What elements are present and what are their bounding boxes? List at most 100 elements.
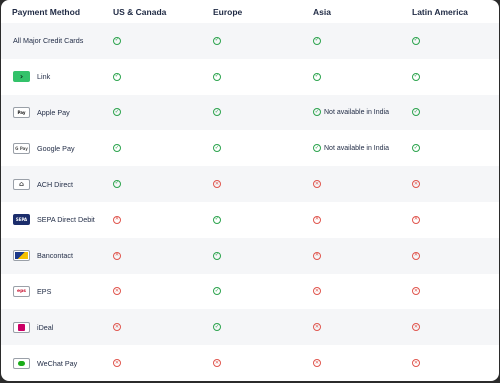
payment-method-cell: SEPA SEPA Direct Debit: [1, 202, 102, 238]
header-europe: Europe: [213, 6, 243, 17]
availability-cell-us-canada: ✓: [102, 59, 202, 95]
payment-method-label: WeChat Pay: [37, 358, 78, 368]
x-circle-icon: ✕: [412, 323, 420, 332]
payment-method-cell: All Major Credit Cards: [1, 23, 102, 59]
x-circle-icon: ✕: [412, 287, 420, 296]
payment-method-label: iDeal: [37, 322, 54, 332]
check-circle-icon: ✓: [213, 36, 221, 45]
eps-logo-icon: eps: [13, 285, 30, 297]
availability-cell-asia: ✓ Not available in India: [302, 130, 401, 166]
table-row: eps EPS ✕ ✓ ✕ ✕: [1, 274, 499, 310]
payment-method-cell: Bancontact: [1, 238, 102, 274]
availability-cell-asia: ✓ Not available in India: [302, 95, 401, 131]
x-circle-icon: ✕: [213, 180, 221, 189]
availability-cell-latin-america: ✕: [401, 166, 499, 202]
table-header-row: Payment Method US & Canada Europe Asia L…: [1, 0, 499, 23]
x-circle-icon: ✕: [412, 180, 420, 189]
availability-cell-europe: ✕: [202, 166, 302, 202]
check-circle-icon: ✓: [113, 72, 121, 81]
table-row: Pay Apple Pay ✓ ✓ ✓ Not available in India ✓: [1, 94, 499, 131]
availability-cell-us-canada: ✕: [102, 238, 202, 274]
availability-cell-asia: ✓: [302, 23, 401, 59]
payment-methods-table: Payment Method US & Canada Europe Asia L…: [1, 0, 499, 381]
check-circle-icon: ✓: [213, 72, 221, 81]
x-circle-icon: ✕: [313, 287, 321, 296]
availability-cell-europe: ✓: [202, 309, 302, 345]
availability-note: Not available in India: [324, 108, 389, 116]
header-asia: Asia: [313, 6, 331, 17]
payment-method-label: Link: [37, 72, 51, 82]
link-logo-icon: ›: [13, 71, 30, 83]
table-row: Bancontact ✕ ✓ ✕ ✕: [1, 237, 499, 274]
payment-method-cell: WeChat Pay: [1, 345, 102, 381]
header-latin-america: Latin America: [412, 6, 468, 17]
check-circle-icon: ✓: [113, 108, 121, 117]
payment-method-cell: Pay Apple Pay: [1, 95, 102, 131]
x-circle-icon: ✕: [113, 323, 121, 332]
payment-method-cell: G Pay Google Pay: [1, 130, 102, 166]
availability-cell-europe: ✓: [202, 23, 302, 59]
availability-cell-europe: ✕: [202, 345, 302, 381]
check-circle-icon: ✓: [113, 144, 121, 153]
check-circle-icon: ✓: [313, 144, 321, 153]
check-circle-icon: ✓: [412, 72, 420, 81]
availability-cell-us-canada: ✕: [102, 274, 202, 310]
x-circle-icon: ✕: [412, 215, 420, 224]
availability-cell-europe: ✓: [202, 274, 302, 310]
payment-method-cell: › Link: [1, 59, 102, 95]
payment-method-cell: iDeal: [1, 309, 102, 345]
availability-cell-us-canada: ✕: [102, 202, 202, 238]
check-circle-icon: ✓: [213, 144, 221, 153]
check-circle-icon: ✓: [412, 108, 420, 117]
table-row: G Pay Google Pay ✓ ✓ ✓ Not available in India…: [1, 130, 499, 166]
availability-cell-latin-america: ✕: [401, 309, 499, 345]
availability-cell-latin-america: ✕: [401, 238, 499, 274]
x-circle-icon: ✕: [213, 359, 221, 368]
x-circle-icon: ✕: [313, 180, 321, 189]
payment-method-cell: eps EPS: [1, 274, 102, 310]
x-circle-icon: ✕: [113, 287, 121, 296]
x-circle-icon: ✕: [113, 251, 121, 260]
availability-cell-europe: ✓: [202, 202, 302, 238]
availability-cell-latin-america: ✕: [401, 202, 499, 238]
check-circle-icon: ✓: [412, 144, 420, 153]
check-circle-icon: ✓: [313, 108, 321, 117]
availability-cell-asia: ✕: [302, 309, 401, 345]
x-circle-icon: ✕: [412, 359, 420, 368]
ach-logo-icon: ⌂: [13, 178, 30, 190]
header-us-canada: US & Canada: [113, 6, 167, 17]
x-circle-icon: ✕: [113, 215, 121, 224]
payment-method-cell: ⌂ ACH Direct: [1, 166, 102, 202]
availability-cell-us-canada: ✓: [102, 130, 202, 166]
check-circle-icon: ✓: [213, 108, 221, 117]
header-payment-method: Payment Method: [12, 6, 81, 17]
x-circle-icon: ✕: [113, 359, 121, 368]
availability-cell-europe: ✓: [202, 130, 302, 166]
availability-cell-asia: ✕: [302, 238, 401, 274]
table-row: WeChat Pay ✕ ✕ ✕ ✕: [1, 345, 499, 381]
check-circle-icon: ✓: [213, 323, 221, 332]
payment-method-label: EPS: [37, 286, 52, 296]
availability-cell-asia: ✓: [302, 59, 401, 95]
availability-cell-latin-america: ✓: [401, 59, 499, 95]
table-body: All Major Credit Cards ✓ ✓ ✓ ✓ › Link ✓ ✓ ✓ ✓ Pay Ap…: [1, 23, 499, 381]
check-circle-icon: ✓: [213, 215, 221, 224]
x-circle-icon: ✕: [313, 251, 321, 260]
availability-cell-europe: ✓: [202, 95, 302, 131]
availability-note: Not available in India: [324, 144, 389, 152]
availability-cell-us-canada: ✕: [102, 345, 202, 381]
availability-cell-latin-america: ✕: [401, 274, 499, 310]
availability-cell-asia: ✕: [302, 202, 401, 238]
check-circle-icon: ✓: [113, 36, 121, 45]
x-circle-icon: ✕: [313, 359, 321, 368]
check-circle-icon: ✓: [313, 72, 321, 81]
check-circle-icon: ✓: [213, 251, 221, 260]
availability-cell-us-canada: ✓: [102, 166, 202, 202]
availability-cell-asia: ✕: [302, 345, 401, 381]
wechat-logo-icon: [13, 357, 30, 369]
table-row: iDeal ✕ ✓ ✕ ✕: [1, 309, 499, 346]
ideal-logo-icon: [13, 321, 30, 333]
check-circle-icon: ✓: [213, 287, 221, 296]
table-row: ⌂ ACH Direct ✓ ✕ ✕ ✕: [1, 166, 499, 202]
x-circle-icon: ✕: [313, 323, 321, 332]
